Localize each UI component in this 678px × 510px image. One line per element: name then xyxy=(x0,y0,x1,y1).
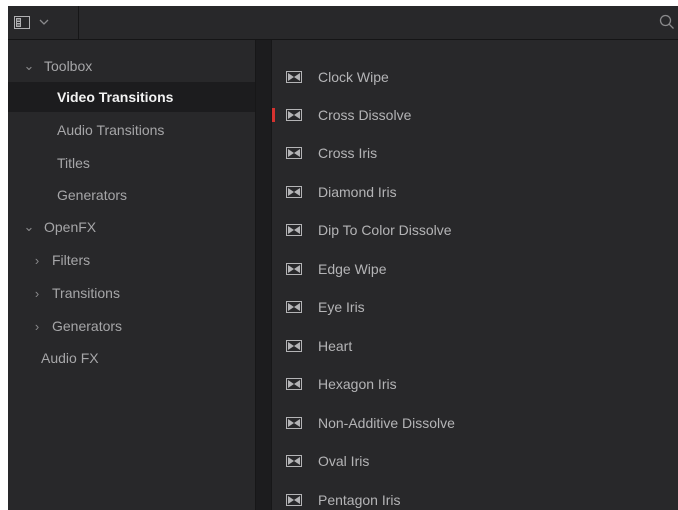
sidebar-item-label: Filters xyxy=(52,252,91,268)
list-item[interactable]: Eye Iris xyxy=(272,289,678,325)
list-item[interactable]: Oval Iris xyxy=(272,443,678,479)
transition-icon xyxy=(286,378,302,390)
timeline-marker xyxy=(272,108,275,122)
transition-icon xyxy=(286,340,302,352)
transition-icon xyxy=(286,147,302,159)
list-item-label: Edge Wipe xyxy=(318,261,387,277)
list-item-label: Oval Iris xyxy=(318,453,370,469)
list-item-label: Diamond Iris xyxy=(318,184,397,200)
sidebar-item-openfx[interactable]: ⌄ OpenFX xyxy=(8,212,255,242)
sidebar-item-audio-fx[interactable]: Audio FX xyxy=(8,343,255,373)
panel-splitter[interactable] xyxy=(255,40,272,510)
transition-icon xyxy=(286,301,302,313)
list-item[interactable]: Dip To Color Dissolve xyxy=(272,212,678,248)
chevron-right-icon[interactable]: › xyxy=(26,319,48,334)
sidebar-item-label: Audio FX xyxy=(41,350,99,366)
transition-icon xyxy=(286,224,302,236)
sidebar-item-label: Video Transitions xyxy=(57,89,174,105)
chevron-down-icon[interactable] xyxy=(38,18,50,26)
list-item-label: Clock Wipe xyxy=(318,69,389,85)
list-item[interactable]: Heart xyxy=(272,328,678,364)
search-icon[interactable] xyxy=(659,14,675,30)
list-item-label: Dip To Color Dissolve xyxy=(318,222,452,238)
sidebar-item-audio-transitions[interactable]: Audio Transitions xyxy=(8,115,255,145)
chevron-right-icon[interactable]: › xyxy=(26,253,48,268)
sidebar-item-label: Generators xyxy=(57,187,128,203)
chevron-down-icon[interactable]: ⌄ xyxy=(18,219,40,235)
sidebar-item-label: Titles xyxy=(57,155,90,171)
chevron-down-icon[interactable]: ⌄ xyxy=(18,58,40,74)
sidebar-item-video-transitions[interactable]: Video Transitions xyxy=(8,82,255,112)
panel-toggle-button[interactable] xyxy=(14,12,72,32)
list-item-label: Hexagon Iris xyxy=(318,376,397,392)
sidebar-item-titles[interactable]: Titles xyxy=(8,148,255,178)
sidebar-item-transitions[interactable]: › Transitions xyxy=(8,278,255,308)
list-item[interactable]: Non-Additive Dissolve xyxy=(272,405,678,441)
sidebar-item-toolbox[interactable]: ⌄ Toolbox xyxy=(8,51,255,81)
sidebar-item-generators[interactable]: Generators xyxy=(8,180,255,210)
list-item[interactable]: Pentagon Iris xyxy=(272,482,678,510)
transition-icon xyxy=(286,494,302,506)
transition-icon xyxy=(286,417,302,429)
sidebar-item-label: Toolbox xyxy=(44,58,93,74)
list-item-label: Cross Iris xyxy=(318,145,378,161)
sidebar-item-label: OpenFX xyxy=(44,219,97,235)
toolbar xyxy=(8,6,678,40)
transition-icon xyxy=(286,109,302,121)
list-item[interactable]: Hexagon Iris xyxy=(272,366,678,402)
transition-icon xyxy=(286,455,302,467)
list-item[interactable]: Edge Wipe xyxy=(272,251,678,287)
sidebar-item-filters[interactable]: › Filters xyxy=(8,245,255,275)
chevron-right-icon[interactable]: › xyxy=(26,286,48,301)
list-item-label: Pentagon Iris xyxy=(318,492,401,508)
list-item-label: Heart xyxy=(318,338,353,354)
toolbar-divider xyxy=(78,6,79,39)
sidebar-item-label: Audio Transitions xyxy=(57,122,165,138)
list-item[interactable]: Diamond Iris xyxy=(272,174,678,210)
sidebar-item-label: Transitions xyxy=(52,285,120,301)
sidebar-item-openfx-generators[interactable]: › Generators xyxy=(8,311,255,341)
list-item-label: Eye Iris xyxy=(318,299,365,315)
list-item[interactable]: Cross Dissolve xyxy=(272,97,678,133)
transition-icon xyxy=(286,263,302,275)
list-item-label: Non-Additive Dissolve xyxy=(318,415,455,431)
list-item[interactable]: Cross Iris xyxy=(272,135,678,171)
sidebar-panel-icon xyxy=(14,15,30,29)
transitions-list: Clock Wipe Cross Dissolve Cross Iris Dia… xyxy=(272,40,678,510)
sidebar-item-label: Generators xyxy=(52,318,123,334)
transition-icon xyxy=(286,186,302,198)
effects-sidebar: ⌄ Toolbox Video Transitions Audio Transi… xyxy=(8,40,255,510)
transition-icon xyxy=(286,71,302,83)
list-item-label: Cross Dissolve xyxy=(318,107,412,123)
effects-library-window: ⌄ Toolbox Video Transitions Audio Transi… xyxy=(8,6,678,510)
list-item[interactable]: Clock Wipe xyxy=(272,59,678,95)
